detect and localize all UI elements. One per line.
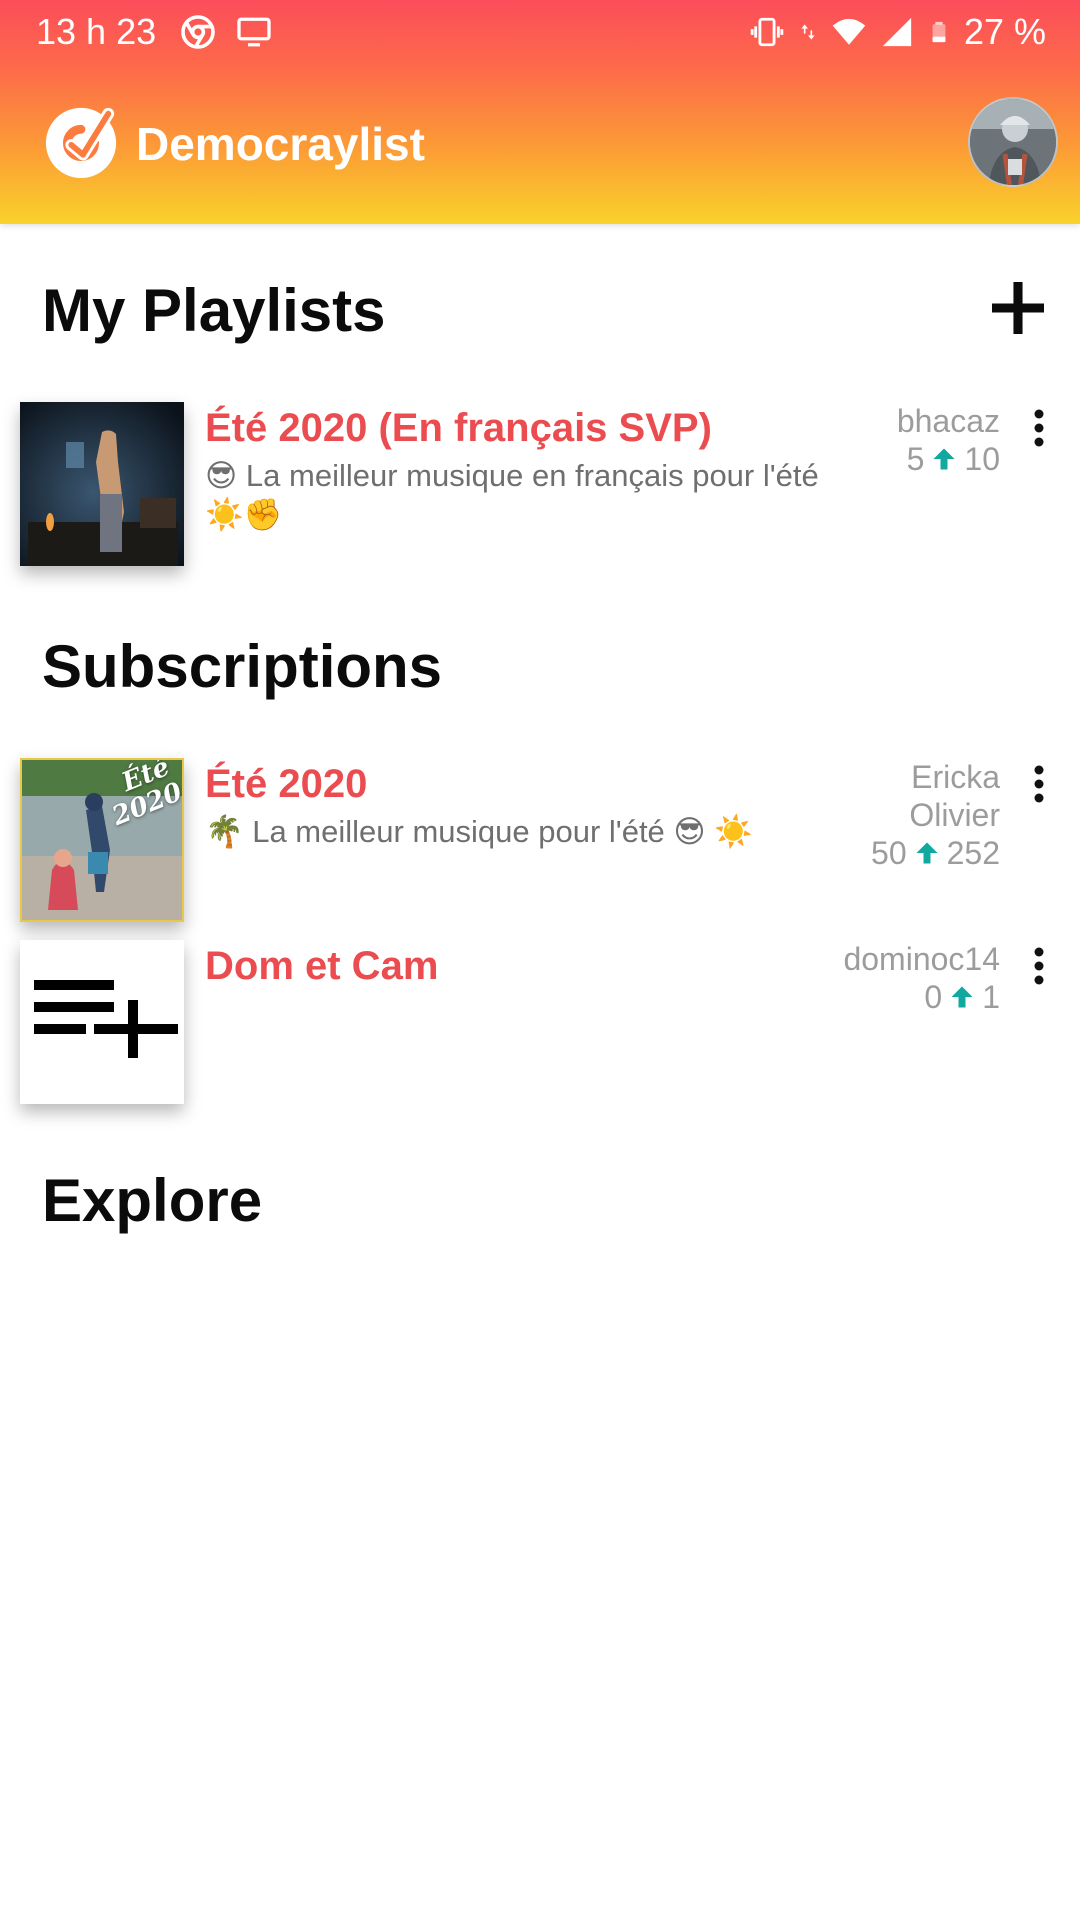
section-title-my-playlists: My Playlists	[42, 277, 386, 344]
playlist-cover-image: Été 2020	[20, 758, 184, 922]
playlist-row[interactable]: Été 2020 (En français SVP) 😎 La meilleur…	[0, 402, 1080, 572]
status-bar: 13 h 23 27 %	[0, 0, 1080, 64]
add-playlist-button[interactable]	[992, 282, 1044, 334]
playlist-title[interactable]: Été 2020 (En français SVP)	[205, 404, 712, 452]
data-transfer-icon	[801, 24, 815, 40]
playlist-meta: dominoc14 0 1	[800, 940, 1000, 1016]
playlist-cover-image	[20, 402, 184, 566]
playlist-meta: bhacaz 5 10	[800, 402, 1000, 478]
playlist-description: 😎 La meilleur musique en français pour l…	[205, 458, 819, 532]
status-time: 13 h 23	[36, 11, 157, 52]
cover-art-dark-room	[20, 402, 184, 566]
playlist-title[interactable]: Dom et Cam	[205, 942, 438, 990]
playlist-cover-image	[20, 940, 184, 1104]
playlist-owner: bhacaz	[896, 403, 1000, 439]
arrow-up-icon	[933, 448, 955, 470]
wifi-icon	[832, 18, 866, 45]
battery-percentage: 27 %	[963, 11, 1046, 52]
subscriber-count: 1	[982, 979, 1000, 1015]
arrow-up-icon	[916, 842, 938, 864]
upvote-count: 0	[924, 979, 943, 1015]
playlist-add-icon	[34, 980, 178, 1058]
battery-icon	[932, 21, 946, 43]
app-bar: Democraylist	[0, 64, 1080, 224]
arrow-up-icon	[951, 986, 973, 1008]
playlist-votes: 50 252	[840, 834, 1000, 872]
subscriber-count: 10	[964, 441, 1000, 477]
cast-screen-icon	[237, 17, 271, 47]
app-header: 13 h 23 27 % Democraylist	[0, 0, 1080, 224]
playlist-row[interactable]: Été 2020 Été 2020 🌴 La meilleur musique …	[0, 758, 1080, 928]
playlist-row[interactable]: Dom et Cam dominoc14 0 1	[0, 940, 1080, 1110]
playlist-meta: Ericka Olivier 50 252	[840, 758, 1000, 872]
playlist-owner: dominoc14	[843, 941, 1000, 977]
more-options-button[interactable]	[1022, 764, 1056, 804]
subscriber-count: 252	[946, 835, 1000, 871]
app-title: Democraylist	[136, 118, 425, 170]
playlist-owner: Ericka Olivier	[909, 759, 1000, 833]
more-options-button[interactable]	[1022, 408, 1056, 448]
playlist-title[interactable]: Été 2020	[205, 760, 367, 808]
status-right-group: 27 %	[750, 10, 1046, 54]
vibrate-icon	[750, 17, 784, 47]
signal-icon	[882, 17, 912, 47]
more-options-button[interactable]	[1022, 946, 1056, 986]
section-title-explore: Explore	[42, 1167, 263, 1234]
user-avatar[interactable]	[968, 97, 1058, 187]
playlist-votes: 0 1	[800, 978, 1000, 1016]
democraylist-logo-icon[interactable]	[42, 102, 120, 180]
upvote-count: 50	[871, 835, 907, 871]
playlist-votes: 5 10	[800, 440, 1000, 478]
avatar-image	[970, 99, 1056, 185]
playlist-description: 🌴 La meilleur musique pour l'été 😎 ☀️	[205, 814, 753, 849]
section-title-subscriptions: Subscriptions	[42, 633, 443, 700]
chrome-icon	[181, 15, 215, 49]
upvote-count: 5	[906, 441, 925, 477]
